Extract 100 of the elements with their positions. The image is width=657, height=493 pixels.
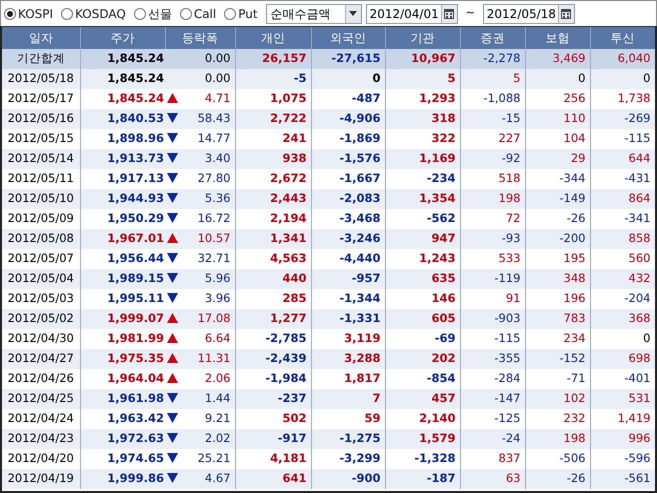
table-cell: 2012/05/02 [2,309,80,329]
table-cell: 1,579 [385,429,460,449]
table-cell: -957 [311,269,385,289]
table-cell: 5 [460,69,525,89]
radio-option[interactable]: KOSPI [4,4,54,22]
table-cell: 1,277 [235,309,311,329]
table-cell: 1,913.73 [80,149,165,169]
table-cell: -26 [525,469,590,489]
calendar-icon[interactable] [444,8,454,18]
table-cell: 457 [385,389,460,409]
table-cell: 644 [590,149,655,169]
column-header: 개인 [235,27,311,49]
table-cell: 2.02 [165,429,235,449]
radio-option[interactable]: KOSDAQ [61,4,126,22]
table-cell: 2012/05/14 [2,149,80,169]
table-cell: -92 [460,149,525,169]
table-cell: 4.67 [165,469,235,489]
table-cell: 1,963.42 [80,409,165,429]
table-cell: 1,967.01 [80,229,165,249]
table-cell: -1,331 [311,309,385,329]
table-cell: 0.00 [165,69,235,89]
column-header: 기관 [385,27,460,49]
table-cell: 1,964.04 [80,369,165,389]
table-cell: -27,615 [311,49,385,69]
table-cell: 1,845.24 [80,89,165,109]
table-cell: 531 [590,389,655,409]
table-cell: 1,995.11 [80,289,165,309]
table-cell: 2012/05/18 [2,69,80,89]
table-cell: 783 [525,309,590,329]
table-cell: -4,906 [311,109,385,129]
column-header: 증권 [460,27,525,49]
table-cell: 10.57 [165,229,235,249]
table-cell: 1,845.24 [80,69,165,89]
table-cell: -93 [460,229,525,249]
column-header: 일자 [2,27,80,49]
table-cell: 5.36 [165,189,235,209]
table-cell: 2012/05/16 [2,109,80,129]
radio-option[interactable]: Call [180,4,216,22]
table-cell: 2012/05/08 [2,229,80,249]
table-cell: 1,944.93 [80,189,165,209]
table-cell: 996 [590,429,655,449]
table-cell: 1,974.65 [80,449,165,469]
table-cell: 432 [590,269,655,289]
table-cell: 1,917.13 [80,169,165,189]
table-cell: -15 [460,109,525,129]
table-cell: 17.08 [165,309,235,329]
table-cell: 5.96 [165,269,235,289]
table-cell: 858 [590,229,655,249]
table-cell: 1,845.24 [80,49,165,69]
table-cell: 1,975.35 [80,349,165,369]
table-cell: 2012/04/23 [2,429,80,449]
table-cell: 11.31 [165,349,235,369]
table-cell: 2012/04/25 [2,389,80,409]
table-cell: 635 [385,269,460,289]
table-cell: 1.44 [165,389,235,409]
table-cell: 26,157 [235,49,311,69]
table-cell: 938 [235,149,311,169]
table-cell: 605 [385,309,460,329]
radio-option[interactable]: 선물 [134,4,172,22]
table-cell: 440 [235,269,311,289]
table-cell: 58.43 [165,109,235,129]
table-cell: -269 [590,109,655,129]
table-cell: -149 [525,189,590,209]
radio-option[interactable]: Put [224,4,258,22]
table-cell: 1,989.15 [80,269,165,289]
table-cell: 10,967 [385,49,460,69]
caret-icon [349,11,358,16]
table-cell: 29 [525,149,590,169]
measure-dropdown[interactable]: 순매수금액 [266,4,362,24]
table-cell: 947 [385,229,460,249]
table-cell: 2,722 [235,109,311,129]
table-cell: 1,169 [385,149,460,169]
date-field[interactable]: 2012/05/18 [482,4,575,24]
table-cell: 1,956.44 [80,249,165,269]
table-cell: -5 [235,69,311,89]
table-cell: 0 [311,69,385,89]
table-cell: 7 [311,389,385,409]
table-cell: 1,981.99 [80,329,165,349]
table-cell: 368 [590,309,655,329]
table-cell: -147 [460,389,525,409]
column-header: 보험 [525,27,590,49]
table-cell: 202 [385,349,460,369]
table-cell: -187 [385,469,460,489]
table-cell: -917 [235,429,311,449]
table-cell: 3,288 [311,349,385,369]
table-cell: 864 [590,189,655,209]
table-cell: 1,972.63 [80,429,165,449]
table-cell: 110 [525,109,590,129]
table-cell: 348 [525,269,590,289]
table-cell: 3,469 [525,49,590,69]
table-cell: 198 [460,189,525,209]
table-cell: -237 [235,389,311,409]
date-field[interactable]: 2012/04/01 [366,4,458,24]
table-cell: 1,999.86 [80,469,165,489]
table-cell: -561 [590,469,655,489]
table-cell: -2,278 [460,49,525,69]
table-cell: 1,950.29 [80,209,165,229]
calendar-icon[interactable] [561,8,572,18]
table-cell: -152 [525,349,590,369]
column-header: 외국인 [311,27,385,49]
